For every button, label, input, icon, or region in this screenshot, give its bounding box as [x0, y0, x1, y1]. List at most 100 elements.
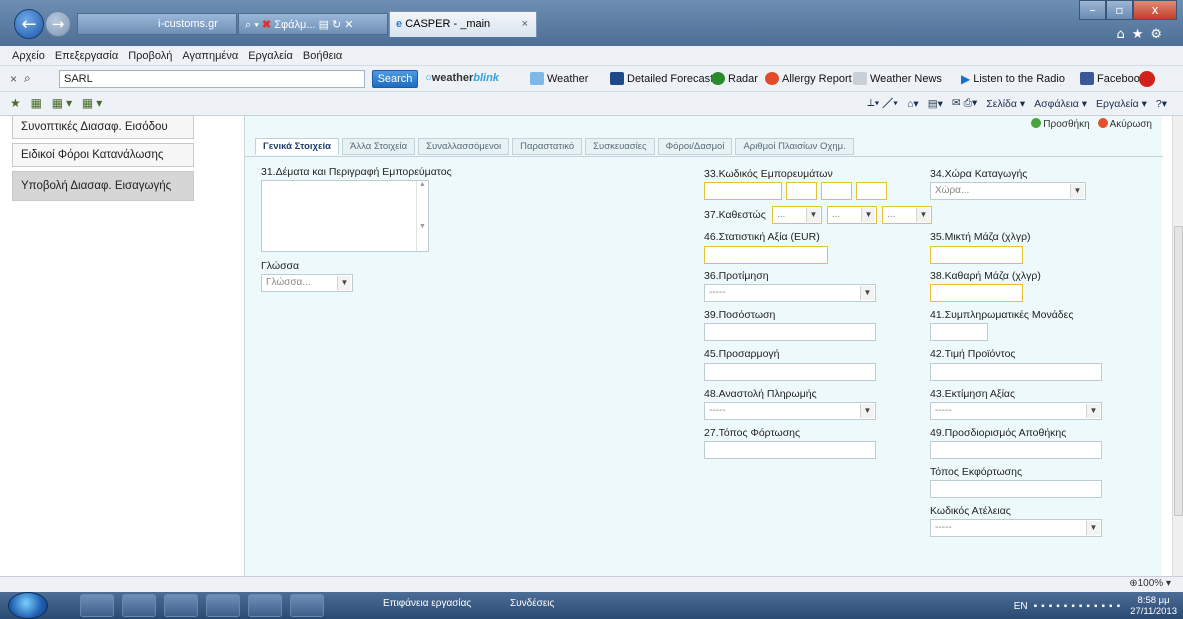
language-indicator[interactable]: EN	[1014, 601, 1028, 612]
gross-mass-input[interactable]	[930, 246, 1023, 264]
sidebar-item-excise[interactable]: Ειδικοί Φόροι Κατανάλωσης	[12, 143, 194, 167]
tray-icons[interactable]: ▪▪▪▪▪▪▪▪▪▪▪▪	[1034, 601, 1125, 612]
net-mass-input[interactable]	[930, 284, 1023, 302]
procedure-select-3[interactable]: ... ▼	[882, 206, 932, 224]
mail-icon[interactable]: ✉ ⎙▾	[952, 97, 977, 110]
sidebar-item-import-declaration[interactable]: Υποβολή Διασαφ. Εισαγωγής	[12, 171, 194, 201]
weather-news-link[interactable]: Weather News	[853, 72, 942, 85]
allergy-link[interactable]: Allergy Report	[765, 72, 852, 85]
textarea-scrollbar[interactable]: ▲ ▼	[416, 181, 428, 251]
quota-input[interactable]	[704, 323, 876, 341]
clock-date: 27/11/2013	[1130, 606, 1177, 617]
address-tools[interactable]: ⌕ ▾ ✖ Σφάλμ... ▤ ↻ ✕	[238, 13, 388, 35]
tab-packages[interactable]: Συσκευασίες	[585, 138, 655, 155]
home-icon[interactable]: ⌂▾	[907, 98, 919, 110]
close-button[interactable]: x	[1133, 0, 1177, 20]
weatherblink-logo[interactable]: ○weatherblink	[425, 72, 499, 84]
deferred-payment-select[interactable]: ----- ▼	[704, 402, 876, 420]
explorer-taskbar-icon[interactable]	[80, 594, 114, 617]
weather-link[interactable]: Weather	[530, 72, 588, 85]
favorites-icons[interactable]: ★ ▦ ▦▾ ▦▾	[10, 96, 105, 110]
commodity-code-input-3[interactable]	[821, 182, 852, 200]
weather-label: Weather	[547, 72, 589, 85]
rss-icon[interactable]: ⟂▾ ╱▾	[867, 97, 898, 110]
maximize-button[interactable]: ▫	[1106, 0, 1133, 20]
menu-edit[interactable]: Επεξεργασία	[55, 50, 118, 62]
search-icon[interactable]: ⌕ ▾	[245, 19, 262, 31]
menu-tools[interactable]: Εργαλεία	[248, 50, 293, 62]
outlook-taskbar-icon[interactable]	[122, 594, 156, 617]
unloading-place-input[interactable]	[930, 480, 1102, 498]
menu-file[interactable]: Αρχείο	[12, 50, 45, 62]
commodity-code-input-4[interactable]	[856, 182, 887, 200]
skype-taskbar-icon[interactable]	[164, 594, 198, 617]
procedure-select-2[interactable]: ... ▼	[827, 206, 877, 224]
scrollbar-thumb[interactable]	[1174, 226, 1183, 516]
procedure-placeholder-1: ...	[777, 209, 786, 220]
clock[interactable]: 8:58 μμ 27/11/2013	[1130, 595, 1177, 617]
country-of-origin-select[interactable]: Χώρα... ▼	[930, 182, 1086, 200]
valuation-method-select[interactable]: ----- ▼	[930, 402, 1102, 420]
tab-close-icon[interactable]: ×	[522, 18, 528, 30]
zoom-level[interactable]: ⊕100% ▾	[1129, 578, 1171, 589]
radar-link[interactable]: Radar	[711, 72, 758, 85]
cmd-safety[interactable]: Ασφάλεια ▾	[1034, 98, 1087, 110]
adjustment-input[interactable]	[704, 363, 876, 381]
browser-tab[interactable]: e CASPER - _main ×	[389, 11, 537, 37]
browser-titlebar: ← → i-customs.gr ⌕ ▾ ✖ Σφάλμ... ▤ ↻ ✕ e …	[0, 0, 1183, 46]
tab-vehicles[interactable]: Αριθμοί Πλαισίων Οχημ.	[735, 138, 854, 155]
tab-parties[interactable]: Συναλλασσόμενοι	[418, 138, 510, 155]
valuation-method-value: -----	[935, 405, 952, 416]
help-icon[interactable]: ?▾	[1156, 98, 1167, 110]
forecast-link[interactable]: Detailed Forecast	[610, 72, 713, 85]
search-input[interactable]: SARL	[59, 70, 365, 88]
feeds-icon[interactable]: ▤▾	[928, 98, 943, 110]
connections-toolbar[interactable]: Συνδέσεις	[510, 598, 554, 609]
tab-documents[interactable]: Παραστατικό	[512, 138, 583, 155]
tab-general[interactable]: Γενικά Στοιχεία	[255, 138, 340, 155]
radio-link[interactable]: ▶ Listen to the Radio	[961, 72, 1065, 86]
item-price-input[interactable]	[930, 363, 1102, 381]
forward-arrow-icon[interactable]: →	[45, 11, 71, 37]
cancel-button[interactable]: Ακύρωση	[1097, 118, 1152, 130]
procedure-select-1[interactable]: ... ▼	[772, 206, 822, 224]
loading-place-input[interactable]	[704, 441, 876, 459]
tab-other[interactable]: Άλλα Στοιχεία	[342, 138, 416, 155]
ask-icon[interactable]	[1139, 71, 1155, 87]
goods-description-textarea[interactable]: ▲ ▼	[261, 180, 429, 252]
sidebar-item-entry-summary[interactable]: Συνοπτικές Διασαφ. Εισόδου	[12, 115, 194, 139]
supplementary-units-input[interactable]	[930, 323, 988, 341]
close-toolbar-icon[interactable]: ×	[10, 72, 17, 86]
ie-taskbar-icon[interactable]	[206, 594, 240, 617]
search-button[interactable]: Search	[372, 70, 418, 88]
refresh-icon[interactable]: ▤ ↻ ✕	[319, 19, 354, 31]
commodity-code-input-2[interactable]	[786, 182, 817, 200]
add-button[interactable]: Προσθήκη	[1031, 118, 1090, 130]
back-arrow-icon[interactable]: ←	[14, 9, 44, 39]
cmd-tools[interactable]: Εργαλεία ▾	[1096, 98, 1147, 110]
field-36-label: 36.Προτίμηση	[704, 270, 769, 282]
desktop-toolbar[interactable]: Επιφάνεια εργασίας	[383, 598, 471, 609]
menu-favorites[interactable]: Αγαπημένα	[182, 50, 238, 62]
tab-taxes[interactable]: Φόροι/Δασμοί	[657, 138, 733, 155]
field-46-label: 46.Στατιστική Αξία (EUR)	[704, 231, 820, 243]
statistical-value-input[interactable]	[704, 246, 828, 264]
language-select[interactable]: Γλώσσα... ▼	[261, 274, 353, 292]
home-favorites-tools-icons[interactable]: ⌂★⚙	[1116, 27, 1169, 42]
warehouse-input[interactable]	[930, 441, 1102, 459]
exemption-code-select[interactable]: ----- ▼	[930, 519, 1102, 537]
procedure-placeholder-3: ...	[887, 209, 896, 220]
commodity-code-input-1[interactable]	[704, 182, 782, 200]
preference-select[interactable]: ----- ▼	[704, 284, 876, 302]
cmd-page[interactable]: Σελίδα ▾	[986, 98, 1025, 110]
minimize-button[interactable]: –	[1079, 0, 1106, 20]
powerpoint-taskbar-icon[interactable]	[290, 594, 324, 617]
unloading-place-label: Τόπος Εκφόρτωσης	[930, 466, 1023, 478]
menu-view[interactable]: Προβολή	[128, 50, 172, 62]
facebook-link[interactable]: Facebook	[1080, 72, 1145, 85]
menu-help[interactable]: Βοήθεια	[303, 50, 342, 62]
start-button[interactable]	[8, 592, 48, 619]
address-bar[interactable]: i-customs.gr	[77, 13, 237, 35]
page-scrollbar[interactable]	[1172, 116, 1183, 576]
word-taskbar-icon[interactable]	[248, 594, 282, 617]
